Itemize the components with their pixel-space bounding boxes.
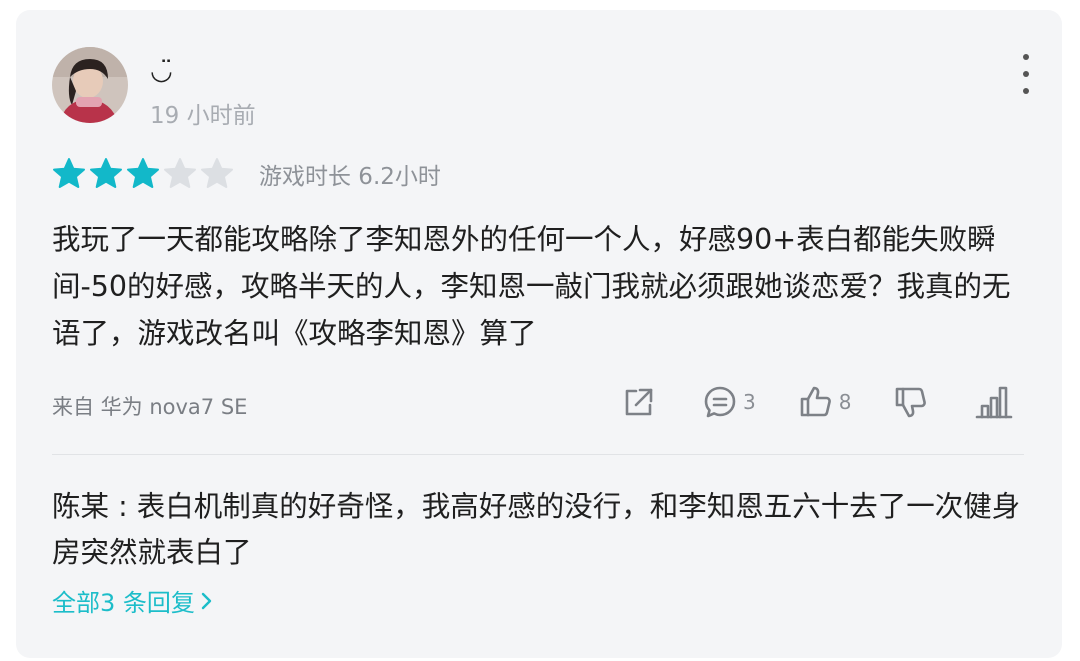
chevron-right-icon [201, 592, 212, 609]
star-empty-icon [201, 158, 233, 188]
reply-separator: : [109, 490, 137, 523]
playtime: 游戏时长 6.2小时 [259, 164, 441, 190]
thumbs-down-icon [896, 387, 927, 418]
comment-count: 3 [743, 390, 756, 414]
reply-author[interactable]: 陈某 [52, 490, 109, 523]
username[interactable]: ◡̈ [150, 56, 173, 86]
reply-text: 表白机制真的好奇怪，我高好感的没行，和李知恩五六十去了一次健身房突然就表白了 [52, 490, 1021, 569]
share-button[interactable] [620, 384, 656, 420]
chart-icon [976, 386, 1013, 419]
comment-icon [704, 386, 736, 418]
like-button[interactable]: 8 [798, 384, 852, 420]
star-filled-icon [53, 158, 85, 188]
review-card: ◡̈ 19 小时前 游戏时长 6.2小时 我玩了一天都能攻略除了李知恩外的任何一… [16, 10, 1062, 658]
more-vertical-icon[interactable] [1016, 54, 1036, 94]
stats-button[interactable] [975, 384, 1013, 420]
all-replies-link[interactable]: 全部3 条回复 [52, 583, 214, 618]
comment-button[interactable]: 3 [702, 384, 756, 420]
thumbs-up-icon [800, 386, 831, 417]
star-filled-icon [127, 158, 159, 188]
reply-preview[interactable]: 陈某 : 表白机制真的好奇怪，我高好感的没行，和李知恩五六十去了一次健身房突然就… [52, 484, 1032, 576]
action-bar: 3 8 [620, 382, 1013, 422]
share-icon [625, 388, 653, 416]
divider [52, 454, 1024, 455]
post-time: 19 小时前 [150, 103, 256, 129]
rating-row: 游戏时长 6.2小时 [52, 156, 441, 192]
like-count: 8 [838, 390, 852, 414]
star-rating [52, 157, 237, 191]
avatar[interactable] [52, 47, 128, 123]
dislike-button[interactable] [893, 384, 929, 420]
device-info: 来自 华为 nova7 SE [52, 395, 248, 419]
all-replies-label: 全部3 条回复 [52, 589, 195, 617]
review-text: 我玩了一天都能攻略除了李知恩外的任何一个人，好感90+表白都能失败瞬间-50的好… [52, 223, 1011, 350]
star-filled-icon [90, 158, 122, 188]
star-empty-icon [164, 158, 196, 188]
